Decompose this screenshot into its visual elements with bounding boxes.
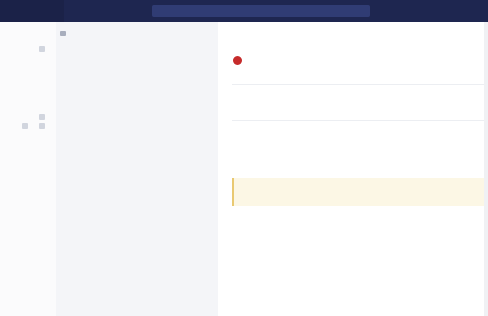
settings-section[interactable] [64, 56, 210, 60]
nav-icon[interactable] [39, 114, 45, 120]
divider [232, 84, 488, 85]
account-avatar [233, 56, 242, 65]
top-navigation-bar [0, 0, 488, 22]
nav-icon[interactable] [39, 123, 45, 129]
side-rail [0, 22, 56, 316]
breadcrumb[interactable] [60, 31, 70, 36]
warning-banner [232, 178, 488, 206]
scrollbar[interactable] [484, 22, 488, 316]
back-icon [60, 31, 66, 36]
divider [232, 120, 488, 121]
settings-section[interactable] [64, 106, 210, 110]
settings-panel [56, 22, 218, 316]
workspace-switcher[interactable] [0, 0, 64, 22]
search-input[interactable] [152, 5, 370, 17]
main-content [218, 22, 488, 316]
settings-section[interactable] [64, 148, 210, 152]
nav-icon[interactable] [39, 46, 45, 52]
nav-icon[interactable] [22, 123, 28, 129]
